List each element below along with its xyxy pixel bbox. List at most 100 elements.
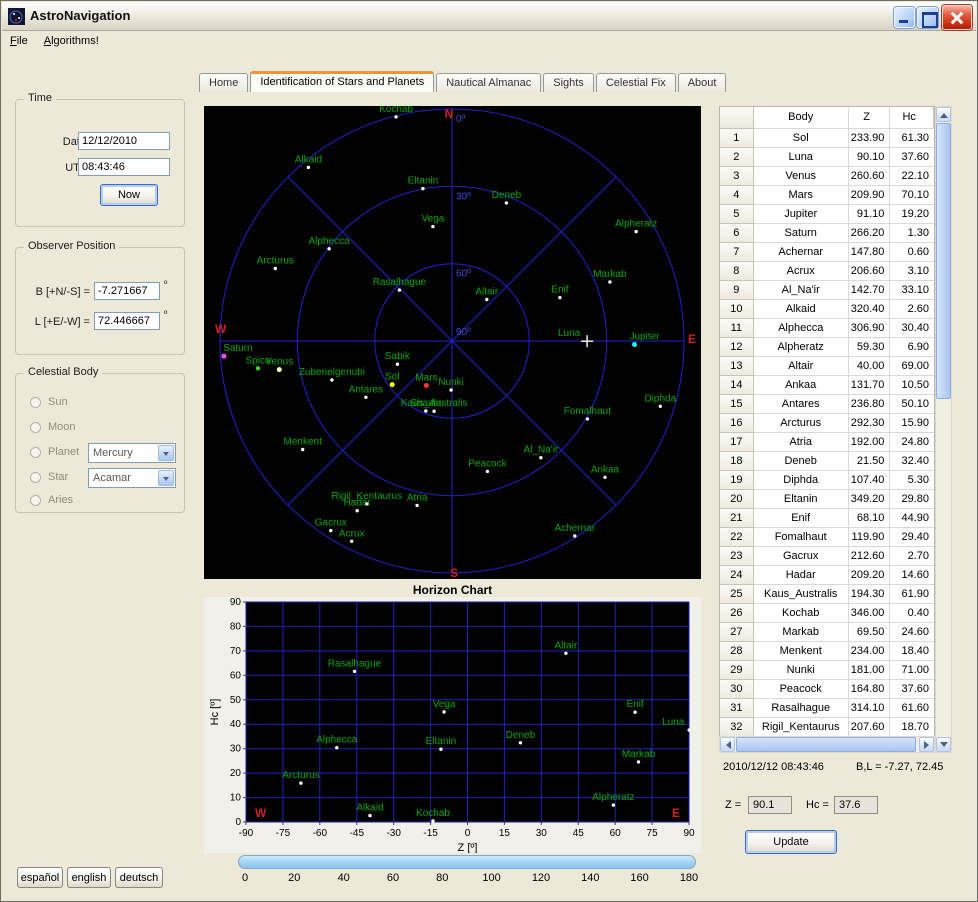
table-row[interactable]: 27 Markab 69.50 24.60 (720, 623, 934, 642)
body-cell[interactable]: Acrux (753, 262, 849, 281)
hc-cell[interactable]: 32.40 (890, 452, 934, 471)
tab-sights[interactable]: Sights (543, 73, 594, 92)
z-cell[interactable]: 346.00 (848, 604, 891, 623)
scroll-right-icon[interactable] (919, 737, 934, 752)
body-cell[interactable]: Diphda (753, 471, 849, 490)
hc-cell[interactable]: 37.60 (890, 680, 934, 699)
z-cell[interactable]: 192.00 (848, 433, 891, 452)
vertical-scrollbar-thumb[interactable] (936, 123, 951, 399)
row-number[interactable]: 8 (720, 262, 754, 281)
column-header-z[interactable]: Z (848, 107, 891, 129)
table-row[interactable]: 11 Alphecca 306.90 30.40 (720, 319, 934, 338)
table-row[interactable]: 22 Fomalhaut 119.90 29.40 (720, 528, 934, 547)
hc-cell[interactable]: 2.60 (890, 300, 934, 319)
table-row[interactable]: 24 Hadar 209.20 14.60 (720, 566, 934, 585)
z-cell[interactable]: 314.10 (848, 699, 891, 718)
row-number[interactable]: 6 (720, 224, 754, 243)
table-row[interactable]: 28 Menkent 234.00 18.40 (720, 642, 934, 661)
table-row[interactable]: 2 Luna 90.10 37.60 (720, 148, 934, 167)
hc-cell[interactable]: 22.10 (890, 167, 934, 186)
row-number[interactable]: 27 (720, 623, 754, 642)
planet-combo[interactable]: Mercury (88, 443, 176, 463)
row-number[interactable]: 1 (720, 129, 754, 148)
hc-cell[interactable]: 29.40 (890, 528, 934, 547)
hc-cell[interactable]: 2.70 (890, 547, 934, 566)
row-number[interactable]: 30 (720, 680, 754, 699)
aries-radio[interactable] (30, 495, 41, 506)
hc-cell[interactable]: 6.90 (890, 338, 934, 357)
table-row[interactable]: 18 Deneb 21.50 32.40 (720, 452, 934, 471)
body-cell[interactable]: Luna (753, 148, 849, 167)
table-row[interactable]: 29 Nunki 181.00 71.00 (720, 661, 934, 680)
table-row[interactable]: 12 Alpheratz 59.30 6.90 (720, 338, 934, 357)
body-cell[interactable]: Enif (753, 509, 849, 528)
minimize-button[interactable] (894, 7, 915, 28)
sun-radio[interactable] (30, 397, 41, 408)
row-number[interactable]: 14 (720, 376, 754, 395)
z-cell[interactable]: 90.10 (848, 148, 891, 167)
row-number[interactable]: 12 (720, 338, 754, 357)
table-row[interactable]: 25 Kaus_Australis 194.30 61.90 (720, 585, 934, 604)
table-row[interactable]: 13 Altair 40.00 69.00 (720, 357, 934, 376)
table-row[interactable]: 32 Rigil_Kentaurus 207.60 18.70 (720, 718, 934, 737)
body-cell[interactable]: Kochab (753, 604, 849, 623)
menu-file[interactable]: File (2, 31, 36, 50)
z-cell[interactable]: 234.00 (848, 642, 891, 661)
scroll-up-icon[interactable] (936, 107, 951, 122)
body-cell[interactable]: Kaus_Australis (753, 585, 849, 604)
body-cell[interactable]: Ankaa (753, 376, 849, 395)
column-header-body[interactable]: Body (753, 107, 849, 129)
row-number[interactable]: 20 (720, 490, 754, 509)
language-german-button[interactable]: deutsch (115, 867, 163, 888)
row-number[interactable]: 2 (720, 148, 754, 167)
hc-cell[interactable]: 14.60 (890, 566, 934, 585)
tab-about[interactable]: About (677, 73, 727, 92)
row-number[interactable]: 10 (720, 300, 754, 319)
row-number[interactable]: 24 (720, 566, 754, 585)
z-cell[interactable]: 349.20 (848, 490, 891, 509)
now-button[interactable]: Now (100, 184, 158, 206)
z-cell[interactable]: 306.90 (848, 319, 891, 338)
z-cell[interactable]: 147.80 (848, 243, 891, 262)
menu-algorithms[interactable]: Algorithms! (36, 31, 107, 50)
table-row[interactable]: 8 Acrux 206.60 3.10 (720, 262, 934, 281)
scroll-left-icon[interactable] (720, 737, 735, 752)
hc-cell[interactable]: 3.10 (890, 262, 934, 281)
moon-radio[interactable] (30, 422, 41, 433)
table-row[interactable]: 5 Jupiter 91.10 19.20 (720, 205, 934, 224)
sky-chart[interactable]: 0º30º60º90ºNSEWSolLunaVenusMarsJupiterSa… (204, 104, 701, 580)
z-cell[interactable]: 209.90 (848, 186, 891, 205)
row-number[interactable]: 21 (720, 509, 754, 528)
body-cell[interactable]: Fomalhaut (753, 528, 849, 547)
row-number[interactable]: 32 (720, 718, 754, 737)
z-cell[interactable]: 320.40 (848, 300, 891, 319)
star-combo[interactable]: Acamar (88, 468, 176, 488)
hc-cell[interactable]: 24.60 (890, 623, 934, 642)
table-row[interactable]: 16 Arcturus 292.30 15.90 (720, 414, 934, 433)
z-cell[interactable]: 212.60 (848, 547, 891, 566)
row-number[interactable]: 3 (720, 167, 754, 186)
hc-cell[interactable]: 19.20 (890, 205, 934, 224)
hc-readout-field[interactable]: 37.6 (834, 796, 878, 814)
body-cell[interactable]: Peacock (753, 680, 849, 699)
row-number[interactable]: 7 (720, 243, 754, 262)
close-button[interactable] (942, 5, 972, 30)
hc-cell[interactable]: 61.30 (890, 129, 934, 148)
table-row[interactable]: 26 Kochab 346.00 0.40 (720, 604, 934, 623)
body-cell[interactable]: Deneb (753, 452, 849, 471)
body-cell[interactable]: Nunki (753, 661, 849, 680)
z-cell[interactable]: 107.40 (848, 471, 891, 490)
z-cell[interactable]: 59.30 (848, 338, 891, 357)
language-spanish-button[interactable]: español (17, 867, 63, 888)
hc-cell[interactable]: 71.00 (890, 661, 934, 680)
hc-cell[interactable]: 50.10 (890, 395, 934, 414)
horizon-chart[interactable]: -90 -75 -60 -45 -30 -15 0 15 30 45 60 75 90 90 80 70 60 5… (204, 597, 701, 854)
date-input[interactable] (78, 132, 170, 150)
row-number[interactable]: 16 (720, 414, 754, 433)
body-cell[interactable]: Atria (753, 433, 849, 452)
maximize-button[interactable] (917, 7, 938, 28)
hc-cell[interactable]: 0.60 (890, 243, 934, 262)
hc-cell[interactable]: 69.00 (890, 357, 934, 376)
column-header-hc[interactable]: Hc (890, 107, 934, 129)
table-row[interactable]: 19 Diphda 107.40 5.30 (720, 471, 934, 490)
